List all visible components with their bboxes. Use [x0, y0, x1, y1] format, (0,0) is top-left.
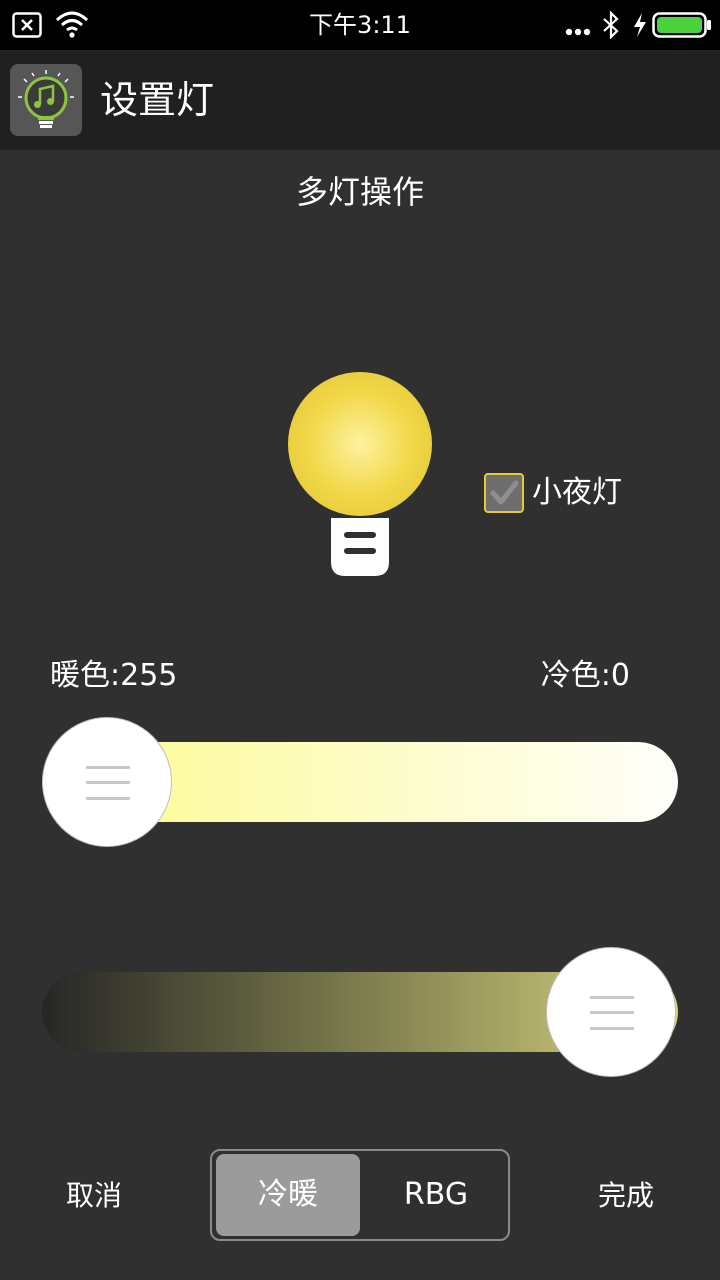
- charging-icon: [634, 13, 646, 37]
- warm-value-label: 暖色:255: [50, 658, 178, 693]
- done-button[interactable]: 完成: [598, 1176, 654, 1216]
- bulb-music-app-icon: [10, 64, 82, 136]
- battery-icon: [652, 12, 711, 38]
- section-title: 多灯操作: [295, 173, 424, 211]
- night-light-checkbox[interactable]: [484, 473, 524, 513]
- app-title: 设置灯: [100, 78, 215, 122]
- warm-cool-slider-thumb[interactable]: [42, 717, 172, 847]
- mode-segmented-control: 冷暖 RBG: [210, 1149, 510, 1241]
- more-dots-icon: [565, 28, 591, 36]
- tab-warm-cool[interactable]: 冷暖: [216, 1154, 360, 1236]
- tab-rbg[interactable]: RBG: [364, 1154, 508, 1236]
- bulb-icon[interactable]: [286, 372, 434, 580]
- cool-value-label: 冷色:0: [540, 658, 630, 693]
- app-bar: 设置灯: [0, 50, 720, 150]
- night-light-toggle[interactable]: 小夜灯: [484, 472, 622, 514]
- brightness-slider-thumb[interactable]: [546, 947, 676, 1077]
- cancel-button[interactable]: 取消: [66, 1176, 122, 1216]
- checkmark-icon: [490, 480, 519, 505]
- status-bar: 下午3:11: [0, 0, 720, 50]
- night-light-label: 小夜灯: [532, 475, 622, 510]
- bluetooth-icon: [603, 11, 619, 39]
